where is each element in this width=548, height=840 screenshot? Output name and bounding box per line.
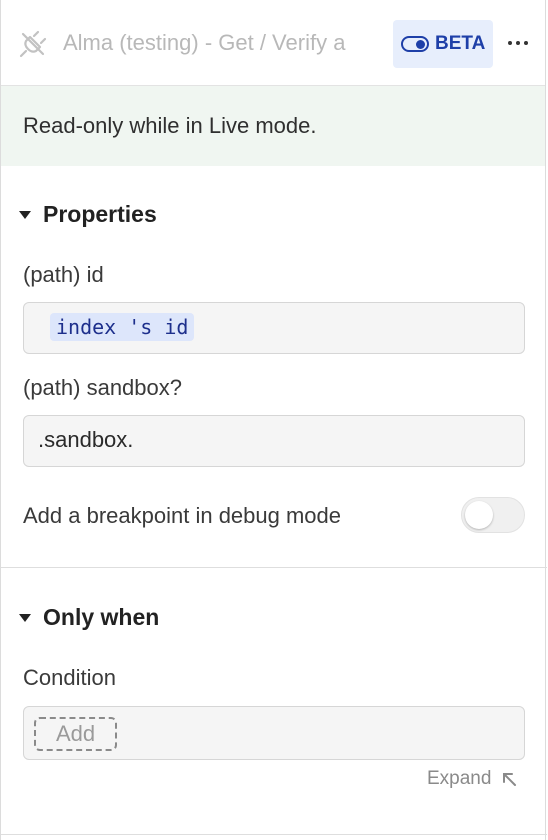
notice-text: Read-only while in Live mode. [23,113,317,138]
plug-disconnected-icon [19,30,47,58]
path-id-field[interactable]: index 's id [23,302,525,354]
beta-badge[interactable]: BETA [393,20,493,68]
condition-field[interactable]: Add [23,706,525,760]
sandbox-value: .sandbox. [38,427,134,452]
properties-title: Properties [43,201,157,227]
breakpoint-toggle[interactable] [461,497,525,533]
properties-section-toggle[interactable]: Properties [19,201,157,228]
step-title: Alma (testing) - Get / Verify a [63,30,346,55]
toggle-icon [401,36,429,52]
beta-label: BETA [435,33,486,54]
only-when-title: Only when [43,604,160,630]
side-panel: Alma (testing) - Get / Verify a BETA Rea… [0,0,547,840]
more-horizontal-icon [508,41,512,45]
sandbox-field[interactable]: .sandbox. [23,415,525,467]
expand-label: Expand [427,768,492,789]
only-when-section-toggle[interactable]: Only when [19,604,159,631]
live-mode-notice: Read-only while in Live mode. [1,86,545,166]
section-divider [1,567,547,568]
more-options-button[interactable] [503,28,533,58]
caret-down-icon [19,210,31,219]
toggle-knob [465,501,493,529]
condition-label: Condition [23,665,116,690]
path-id-label: (path) id [23,262,104,287]
breakpoint-label: Add a breakpoint in debug mode [23,503,342,528]
dynamic-expression-chip[interactable]: index 's id [50,313,195,341]
arrow-up-left-icon [503,773,517,786]
expand-button[interactable]: Expand [427,768,517,790]
sandbox-label: (path) sandbox? [23,375,182,400]
caret-down-icon [19,613,31,622]
panel-header: Alma (testing) - Get / Verify a BETA [1,0,545,86]
section-divider [1,834,547,835]
add-condition-button[interactable]: Add [34,717,118,751]
